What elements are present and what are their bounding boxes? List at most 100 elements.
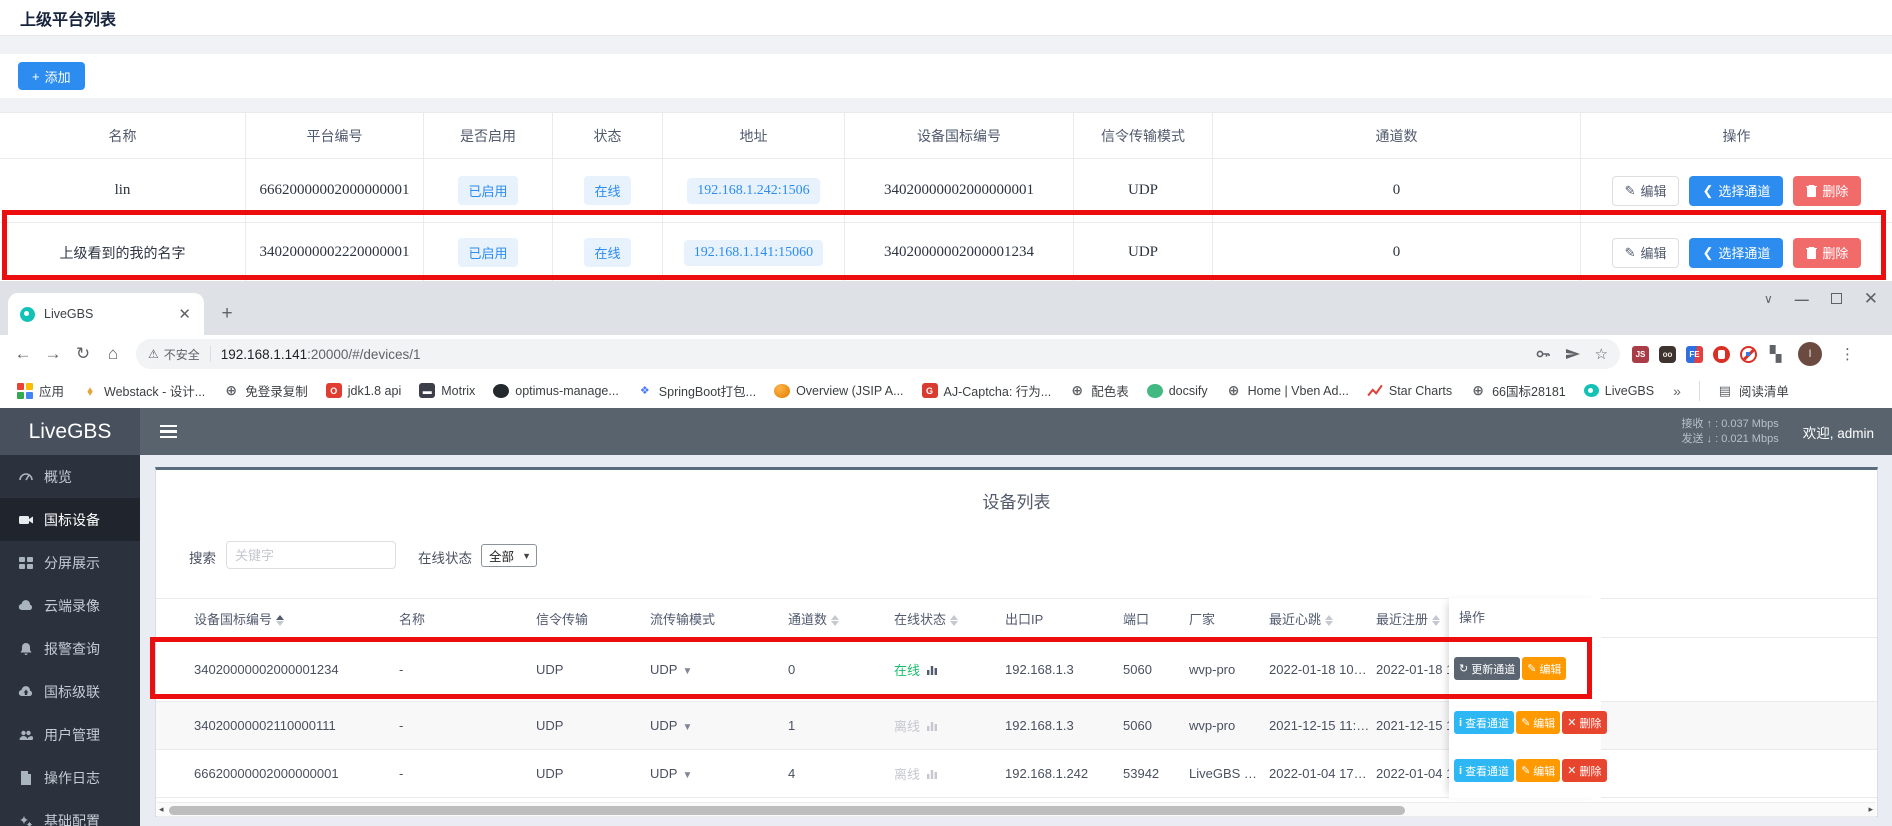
enabled-badge[interactable]: 已启用 — [458, 238, 517, 267]
reading-list-button[interactable]: ▤阅读清单 — [1710, 377, 1796, 404]
stream-mode-dropdown[interactable]: UDP▼ — [650, 662, 788, 677]
bookmarks-overflow-chevron[interactable]: » — [1665, 383, 1689, 399]
bar-chart-icon[interactable] — [926, 768, 938, 780]
window-close-button[interactable]: ✕ — [1864, 289, 1878, 309]
browser-tab[interactable]: LiveGBS ✕ — [8, 293, 204, 335]
cell-channels: 1 — [788, 718, 894, 733]
scroll-right-arrow[interactable]: ▸ — [1868, 804, 1873, 815]
send-icon[interactable] — [1565, 346, 1581, 362]
delete-button[interactable]: 删除 — [1793, 238, 1861, 268]
delete-button[interactable]: ✕删除 — [1562, 759, 1606, 782]
bookmark-vben[interactable]: ⊕Home | Vben Ad... — [1219, 379, 1356, 403]
maximize-button[interactable] — [1831, 291, 1842, 307]
sidebar-item-operation-log[interactable]: 操作日志 — [0, 756, 140, 799]
view-channels-button[interactable]: i查看通道 — [1454, 711, 1514, 734]
home-icon[interactable]: ⌂ — [98, 344, 128, 364]
springboot-icon: ❖ — [637, 383, 653, 399]
platform-table: 名称 平台编号 是否启用 状态 地址 设备国标编号 信令传输模式 通道数 操作 … — [0, 112, 1892, 282]
sidebar-toggle-icon[interactable] — [160, 422, 177, 442]
chrome-menu-icon[interactable]: ⋮ — [1840, 345, 1855, 363]
tab-close-icon[interactable]: ✕ — [175, 305, 194, 323]
col-online[interactable]: 在线状态 — [894, 609, 1005, 628]
bookmark-jsip[interactable]: Overview (JSIP A... — [767, 380, 910, 402]
enabled-badge[interactable]: 已启用 — [458, 176, 517, 205]
col-gb-id[interactable]: 设备国标编号 — [194, 609, 399, 628]
url-bar[interactable]: ⚠不安全 192.168.1.141 :20000/#/devices/1 ☆ — [136, 339, 1620, 369]
bookmark-docsify[interactable]: docsify — [1140, 380, 1215, 402]
sort-icon[interactable] — [831, 615, 839, 626]
view-channels-button[interactable]: i查看通道 — [1454, 759, 1514, 782]
bar-chart-icon[interactable] — [926, 664, 938, 676]
edit-button[interactable]: ✎编辑 — [1612, 238, 1680, 268]
bookmark-gb28181[interactable]: ⊕66国标28181 — [1463, 377, 1573, 404]
stream-mode-dropdown[interactable]: UDP▼ — [650, 718, 788, 733]
update-channels-button[interactable]: ↻更新通道 — [1454, 657, 1520, 680]
ext-blocker-icon[interactable] — [1740, 346, 1757, 363]
sidebar-item-alarm-query[interactable]: 报警查询 — [0, 627, 140, 670]
sidebar-item-overview[interactable]: 概览 — [0, 455, 140, 498]
bookmark-webstack[interactable]: ⬧Webstack - 设计... — [75, 377, 212, 404]
select-channel-button[interactable]: ❮选择通道 — [1689, 176, 1783, 206]
new-tab-button[interactable]: + — [214, 301, 240, 327]
address-badge[interactable]: 192.168.1.141:15060 — [684, 240, 823, 266]
sidebar-item-basic-config[interactable]: 基础配置 — [0, 799, 140, 826]
stream-mode-dropdown[interactable]: UDP▼ — [650, 766, 788, 781]
col-channels[interactable]: 通道数 — [788, 609, 894, 628]
bookmark-apps[interactable]: 应用 — [10, 377, 71, 404]
sort-icon[interactable] — [1432, 615, 1440, 626]
bookmark-livegbs[interactable]: LiveGBS — [1577, 380, 1661, 402]
device-row: 66620000002000000001 - UDP UDP▼ 4 离线 192… — [156, 750, 1877, 798]
col-heartbeat[interactable]: 最近心跳 — [1269, 609, 1376, 628]
bookmark-aj-captcha[interactable]: GAJ-Captcha: 行为... — [915, 377, 1059, 404]
sidebar-item-gb-devices[interactable]: 国标设备 — [0, 498, 140, 541]
forward-icon[interactable]: → — [38, 344, 68, 364]
online-filter-select[interactable]: 全部▼ — [481, 544, 537, 567]
sort-icon[interactable] — [950, 615, 958, 626]
sort-icon[interactable] — [276, 615, 284, 626]
ext-adblock-hand-icon[interactable] — [1713, 346, 1730, 363]
ext-incognito-icon[interactable] — [1659, 346, 1676, 363]
back-icon[interactable]: ← — [8, 344, 38, 364]
sidebar-item-gb-cascade[interactable]: 国标级联 — [0, 670, 140, 713]
cell-sig: UDP — [536, 718, 650, 733]
bookmark-copy[interactable]: ⊕免登录复制 — [216, 377, 315, 404]
bookmark-springboot[interactable]: ❖SpringBoot打包... — [630, 377, 763, 404]
bookmark-star-icon[interactable]: ☆ — [1595, 345, 1608, 363]
oracle-icon: O — [326, 383, 342, 398]
delete-button[interactable]: 删除 — [1793, 176, 1861, 206]
tab-search-chevron-icon[interactable]: ∨ — [1764, 292, 1773, 306]
edit-button[interactable]: ✎编辑 — [1516, 711, 1560, 734]
reload-icon[interactable]: ↻ — [68, 344, 98, 364]
edit-button[interactable]: ✎编辑 — [1516, 759, 1560, 782]
search-input[interactable] — [226, 541, 396, 569]
key-icon[interactable] — [1535, 346, 1551, 362]
bookmark-motrix[interactable]: ▬Motrix — [412, 379, 482, 402]
sidebar-item-user-management[interactable]: 用户管理 — [0, 713, 140, 756]
add-button[interactable]: +添加 — [18, 62, 85, 90]
profile-avatar[interactable]: I — [1798, 342, 1822, 366]
welcome-user-menu[interactable]: 欢迎, admin — [1803, 422, 1874, 442]
scrollbar-thumb[interactable] — [169, 806, 1405, 815]
edit-button[interactable]: ✎编辑 — [1612, 176, 1680, 206]
share-icon: ❮ — [1702, 245, 1713, 261]
bar-chart-icon[interactable] — [926, 720, 938, 732]
extensions-puzzle-icon[interactable]: ▚ — [1767, 346, 1784, 363]
sort-icon[interactable] — [1325, 615, 1333, 626]
edit-button[interactable]: ✎编辑 — [1522, 657, 1566, 680]
bookmark-star-charts[interactable]: Star Charts — [1360, 379, 1459, 403]
bookmark-colors[interactable]: ⊕配色表 — [1062, 377, 1136, 404]
bookmark-optimus[interactable]: optimus-manage... — [486, 380, 626, 402]
select-channel-button[interactable]: ❮选择通道 — [1689, 238, 1783, 268]
sidebar-item-split-screen[interactable]: 分屏展示 — [0, 541, 140, 584]
app-logo[interactable]: LiveGBS — [0, 408, 140, 455]
sidebar-item-cloud-record[interactable]: 云端录像 — [0, 584, 140, 627]
minimize-button[interactable]: — — [1795, 291, 1809, 307]
bookmark-jdk-api[interactable]: Ojdk1.8 api — [319, 379, 409, 402]
address-badge[interactable]: 192.168.1.242:1506 — [687, 178, 819, 204]
ext-fe-icon[interactable]: FE — [1686, 346, 1703, 363]
scroll-left-arrow[interactable]: ◂ — [159, 804, 164, 815]
horizontal-scrollbar[interactable]: ◂ ▸ — [157, 802, 1876, 817]
ext-js-icon[interactable]: JS — [1632, 346, 1649, 363]
delete-button[interactable]: ✕删除 — [1562, 711, 1606, 734]
cell-channels: 4 — [788, 766, 894, 781]
